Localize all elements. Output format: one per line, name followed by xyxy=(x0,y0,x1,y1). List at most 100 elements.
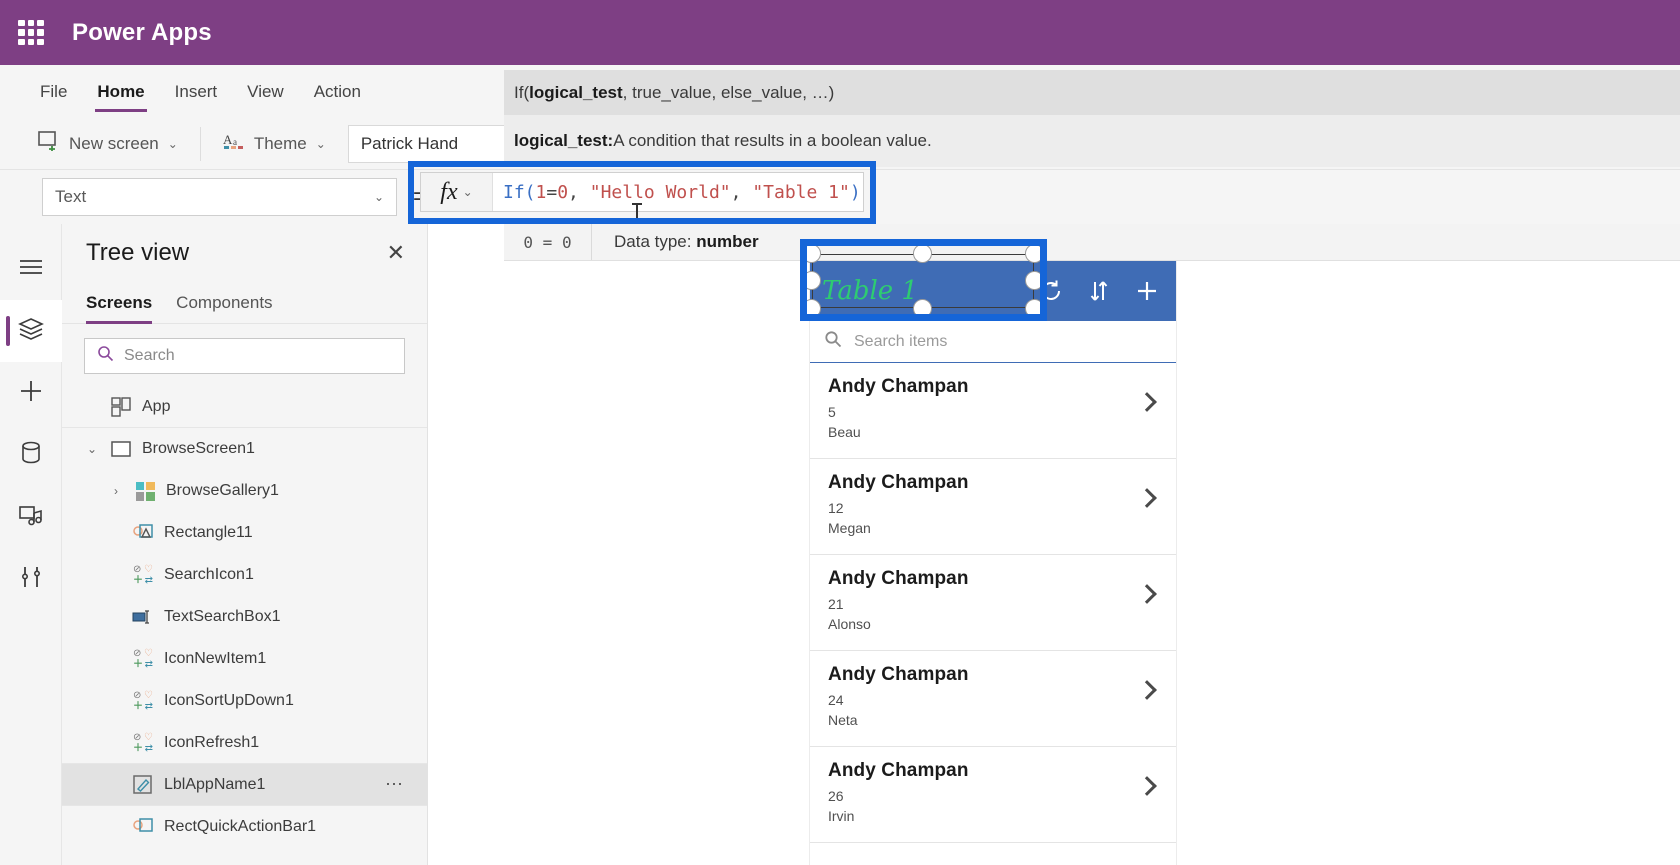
media-icon xyxy=(18,503,44,532)
shape-icon xyxy=(132,816,154,838)
hamburger-icon xyxy=(18,257,44,282)
chevron-down-icon: ⌄ xyxy=(462,185,473,199)
svg-text:a: a xyxy=(233,137,237,147)
data-type-value: number xyxy=(696,232,759,251)
row-title: Andy Champan xyxy=(828,760,969,781)
menu-item-home[interactable]: Home xyxy=(95,76,147,112)
control-icon: ⊘ ♡ ＋ ⇄ xyxy=(133,648,153,670)
tree-list: App ⌄ BrowseScreen1 › BrowseGallery1 Rec… xyxy=(62,386,427,848)
tree-node-label: App xyxy=(142,397,171,415)
control-icon: ⊘ ♡ ＋ ⇄ xyxy=(133,690,153,712)
tree-node-label: SearchIcon1 xyxy=(164,566,254,583)
row-title: Andy Champan xyxy=(828,568,969,589)
rail-item-insert[interactable] xyxy=(0,362,62,424)
close-icon[interactable]: ✕ xyxy=(387,242,405,264)
tree-node-searchicon1[interactable]: ⊘ ♡ ＋ ⇄ SearchIcon1 xyxy=(62,554,427,596)
tools-icon xyxy=(19,564,43,595)
formula-input[interactable]: If(1 = 0, "Hello World", "Table 1") xyxy=(493,173,863,211)
gallery-row[interactable]: Andy Champan 12 Megan xyxy=(810,459,1176,555)
gallery-row[interactable]: Andy Champan 24 Neta xyxy=(810,651,1176,747)
property-dropdown[interactable]: Text ⌄ xyxy=(42,178,397,216)
intellisense-signature: If(logical_test, true_value, else_value,… xyxy=(504,70,1680,115)
formula-token: "Table 1" xyxy=(752,181,850,203)
tree-node-label: Rectangle11 xyxy=(164,524,253,541)
property-value: Text xyxy=(55,187,87,206)
add-icon[interactable] xyxy=(1124,268,1170,314)
chevron-down-icon[interactable]: ⌄ xyxy=(84,442,100,456)
rail-item-advanced-tools[interactable] xyxy=(0,548,62,610)
rail-item-tree-view[interactable] xyxy=(0,300,62,362)
refresh-icon[interactable] xyxy=(1028,268,1074,314)
search-icon xyxy=(824,330,842,353)
row-subtitle-1: 5 xyxy=(828,404,836,420)
layers-icon xyxy=(17,317,44,346)
tree-node-rectangle11[interactable]: Rectangle11 xyxy=(62,512,427,554)
row-subtitle-2: Neta xyxy=(828,712,858,728)
tree-node-label: LblAppName1 xyxy=(164,775,266,793)
tree-node-iconnewitem1[interactable]: ⊘ ♡ ＋ ⇄ IconNewItem1 xyxy=(62,638,427,680)
rail-item-data[interactable] xyxy=(0,424,62,486)
shape-icon xyxy=(132,522,154,544)
app-icon xyxy=(110,396,132,418)
gallery-row[interactable]: Andy Champan 21 Alonso xyxy=(810,555,1176,651)
tree-node-more-menu[interactable]: ⋯ xyxy=(385,774,427,795)
row-subtitle-2: Beau xyxy=(828,424,861,440)
fx-icon: fx xyxy=(440,178,458,205)
sort-icon[interactable] xyxy=(1076,268,1122,314)
row-title: Andy Champan xyxy=(828,376,969,397)
app-launcher-icon[interactable] xyxy=(18,19,44,46)
formula-token: 1 xyxy=(535,181,547,203)
font-name-field[interactable]: Patrick Hand xyxy=(347,124,513,163)
fx-button[interactable]: fx ⌄ xyxy=(421,173,493,211)
tree-node-textsearchbox1[interactable]: TextSearchBox1 xyxy=(62,596,427,638)
tree-view-panel: Tree view ✕ Screens Components Search Ap… xyxy=(62,224,428,865)
search-items-input[interactable]: Search items xyxy=(810,321,1176,363)
theme-label: Theme xyxy=(253,133,307,153)
chevron-down-icon: ⌄ xyxy=(315,136,326,151)
rail-item-hamburger-menu[interactable] xyxy=(0,238,62,300)
tree-node-iconsortupdown1[interactable]: ⊘ ♡ ＋ ⇄ IconSortUpDown1 xyxy=(62,680,427,722)
tree-view-tabs: Screens Components xyxy=(62,282,427,324)
theme-button[interactable]: Aa Theme ⌄ xyxy=(223,131,326,156)
tree-node-iconrefresh1[interactable]: ⊘ ♡ ＋ ⇄ IconRefresh1 xyxy=(62,722,427,764)
gallery-row[interactable]: Andy Champan 5 Beau xyxy=(810,363,1176,459)
rail-item-media[interactable] xyxy=(0,486,62,548)
tree-node-lblappname1[interactable]: LblAppName1 ⋯ xyxy=(62,764,427,806)
formula-token: If( xyxy=(503,181,536,203)
menu-item-view[interactable]: View xyxy=(245,76,286,108)
tree-node-app[interactable]: App xyxy=(62,386,427,428)
gallery-row[interactable]: Andy Champan 26 Irvin xyxy=(810,747,1176,843)
new-screen-button[interactable]: New screen ⌄ xyxy=(38,131,178,156)
brand-title: Power Apps xyxy=(72,18,212,46)
formula-bar[interactable]: fx ⌄ If(1 = 0, "Hello World", "Table 1") xyxy=(420,172,864,212)
svg-text:A: A xyxy=(223,132,233,147)
tab-screens[interactable]: Screens xyxy=(86,282,153,324)
menu-item-file[interactable]: File xyxy=(38,76,69,108)
formula-token: , xyxy=(568,181,590,203)
database-icon xyxy=(19,440,43,471)
page-title: Tree view xyxy=(86,239,190,266)
intellisense-footer: 0 = 0 Data type: number xyxy=(504,224,1680,261)
tab-components[interactable]: Components xyxy=(176,282,272,324)
signature-param: logical_test xyxy=(529,82,623,102)
tree-node-browsegallery1[interactable]: › BrowseGallery1 xyxy=(62,470,427,512)
row-title: Andy Champan xyxy=(828,664,969,685)
gallery-header: Table 1 xyxy=(810,261,1176,321)
signature-suffix: , true_value, else_value, …) xyxy=(622,82,835,102)
description-text: A condition that results in a boolean va… xyxy=(613,131,932,150)
power-apps-studio: Power Apps File Home Insert View Action … xyxy=(0,0,1680,865)
top-bar: Power Apps xyxy=(0,0,1680,65)
menu-item-action[interactable]: Action xyxy=(312,76,363,108)
description-param: logical_test: xyxy=(514,131,614,150)
app-name-label[interactable]: Table 1 xyxy=(822,278,1026,304)
chevron-right-icon[interactable]: › xyxy=(108,484,124,498)
tree-node-rectquickactionbar1[interactable]: RectQuickActionBar1 xyxy=(62,806,427,848)
tree-node-browsescreen1[interactable]: ⌄ BrowseScreen1 xyxy=(62,428,427,470)
menu-item-insert[interactable]: Insert xyxy=(173,76,220,108)
data-type-label: Data type: xyxy=(614,232,697,251)
search-placeholder: Search xyxy=(124,347,175,364)
plus-icon xyxy=(18,378,44,409)
search-icon xyxy=(97,345,114,367)
gallery-icon xyxy=(134,480,156,502)
search-input[interactable]: Search xyxy=(84,338,405,374)
